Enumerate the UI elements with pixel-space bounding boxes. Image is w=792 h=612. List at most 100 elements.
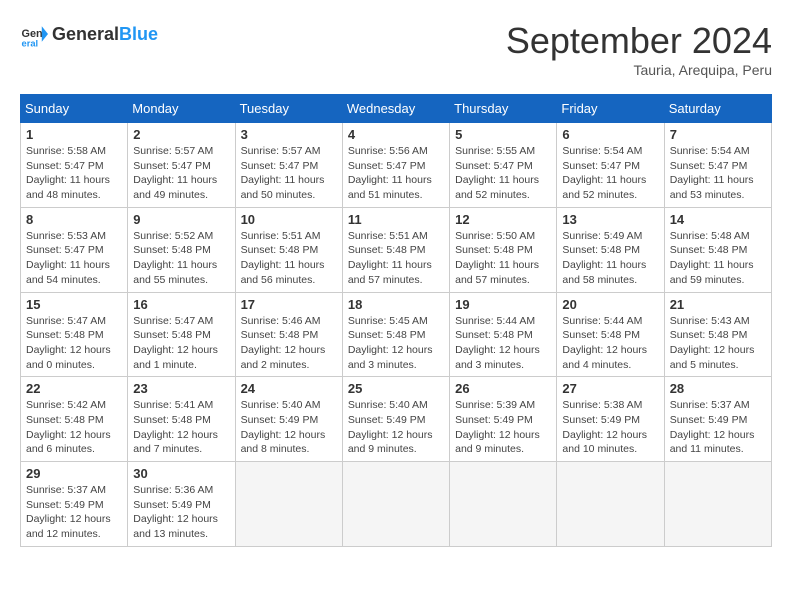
day-cell — [450, 462, 557, 547]
day-number: 3 — [241, 127, 337, 142]
svg-text:eral: eral — [22, 38, 39, 48]
day-number: 8 — [26, 212, 122, 227]
day-cell — [557, 462, 664, 547]
day-info: Sunrise: 5:52 AMSunset: 5:48 PMDaylight:… — [133, 229, 229, 288]
day-number: 13 — [562, 212, 658, 227]
day-cell: 9 Sunrise: 5:52 AMSunset: 5:48 PMDaylight… — [128, 207, 235, 292]
day-number: 17 — [241, 297, 337, 312]
week-row: 15 Sunrise: 5:47 AMSunset: 5:48 PMDayligh… — [21, 292, 772, 377]
day-number: 12 — [455, 212, 551, 227]
day-cell: 19Sunrise: 5:44 AMSunset: 5:48 PMDayligh… — [450, 292, 557, 377]
day-info: Sunrise: 5:42 AMSunset: 5:48 PMDaylight:… — [26, 398, 122, 457]
day-number: 1 — [26, 127, 122, 142]
day-info: Sunrise: 5:53 AMSunset: 5:47 PMDaylight:… — [26, 229, 122, 288]
day-info: Sunrise: 5:36 AMSunset: 5:49 PMDaylight:… — [133, 483, 229, 542]
logo: Gen eral GeneralBlue — [20, 20, 158, 48]
logo-blue: Blue — [119, 24, 158, 44]
day-cell — [342, 462, 449, 547]
day-info: Sunrise: 5:38 AMSunset: 5:49 PMDaylight:… — [562, 398, 658, 457]
header-cell-wednesday: Wednesday — [342, 95, 449, 123]
day-number: 26 — [455, 381, 551, 396]
header-cell-monday: Monday — [128, 95, 235, 123]
day-info: Sunrise: 5:40 AMSunset: 5:49 PMDaylight:… — [348, 398, 444, 457]
week-row: 1Sunrise: 5:58 AMSunset: 5:47 PMDaylight… — [21, 123, 772, 208]
day-number: 10 — [241, 212, 337, 227]
day-info: Sunrise: 5:37 AMSunset: 5:49 PMDaylight:… — [670, 398, 766, 457]
day-cell: 26 Sunrise: 5:39 AMSunset: 5:49 PMDayligh… — [450, 377, 557, 462]
day-number: 2 — [133, 127, 229, 142]
day-info: Sunrise: 5:37 AMSunset: 5:49 PMDaylight:… — [26, 483, 122, 542]
week-row: 8 Sunrise: 5:53 AMSunset: 5:47 PMDaylight… — [21, 207, 772, 292]
day-number: 18 — [348, 297, 444, 312]
logo-general: General — [52, 24, 119, 44]
day-number: 5 — [455, 127, 551, 142]
day-cell: 6 Sunrise: 5:54 AMSunset: 5:47 PMDaylight… — [557, 123, 664, 208]
week-row: 29 Sunrise: 5:37 AMSunset: 5:49 PMDayligh… — [21, 462, 772, 547]
month-title: September 2024 — [506, 20, 772, 62]
day-cell: 24Sunrise: 5:40 AMSunset: 5:49 PMDayligh… — [235, 377, 342, 462]
day-info: Sunrise: 5:51 AMSunset: 5:48 PMDaylight:… — [348, 229, 444, 288]
day-cell — [235, 462, 342, 547]
header-cell-saturday: Saturday — [664, 95, 771, 123]
day-number: 9 — [133, 212, 229, 227]
calendar-header: SundayMondayTuesdayWednesdayThursdayFrid… — [21, 95, 772, 123]
day-cell: 16 Sunrise: 5:47 AMSunset: 5:48 PMDayligh… — [128, 292, 235, 377]
day-number: 27 — [562, 381, 658, 396]
day-cell: 20 Sunrise: 5:44 AMSunset: 5:48 PMDayligh… — [557, 292, 664, 377]
day-number: 7 — [670, 127, 766, 142]
day-info: Sunrise: 5:54 AMSunset: 5:47 PMDaylight:… — [670, 144, 766, 203]
calendar-table: SundayMondayTuesdayWednesdayThursdayFrid… — [20, 94, 772, 547]
day-info: Sunrise: 5:47 AMSunset: 5:48 PMDaylight:… — [26, 314, 122, 373]
day-cell: 17 Sunrise: 5:46 AMSunset: 5:48 PMDayligh… — [235, 292, 342, 377]
day-cell — [664, 462, 771, 547]
day-cell: 28Sunrise: 5:37 AMSunset: 5:49 PMDayligh… — [664, 377, 771, 462]
day-info: Sunrise: 5:40 AMSunset: 5:49 PMDaylight:… — [241, 398, 337, 457]
title-block: September 2024 Tauria, Arequipa, Peru — [506, 20, 772, 78]
day-number: 20 — [562, 297, 658, 312]
day-number: 29 — [26, 466, 122, 481]
calendar-body: 1Sunrise: 5:58 AMSunset: 5:47 PMDaylight… — [21, 123, 772, 547]
week-row: 22Sunrise: 5:42 AMSunset: 5:48 PMDayligh… — [21, 377, 772, 462]
day-info: Sunrise: 5:48 AMSunset: 5:48 PMDaylight:… — [670, 229, 766, 288]
day-cell: 18 Sunrise: 5:45 AMSunset: 5:48 PMDayligh… — [342, 292, 449, 377]
day-number: 16 — [133, 297, 229, 312]
header-cell-friday: Friday — [557, 95, 664, 123]
day-info: Sunrise: 5:47 AMSunset: 5:48 PMDaylight:… — [133, 314, 229, 373]
day-cell: 15 Sunrise: 5:47 AMSunset: 5:48 PMDayligh… — [21, 292, 128, 377]
day-cell: 10 Sunrise: 5:51 AMSunset: 5:48 PMDayligh… — [235, 207, 342, 292]
day-info: Sunrise: 5:54 AMSunset: 5:47 PMDaylight:… — [562, 144, 658, 203]
day-cell: 22Sunrise: 5:42 AMSunset: 5:48 PMDayligh… — [21, 377, 128, 462]
logo-text-block: GeneralBlue — [52, 24, 158, 45]
day-info: Sunrise: 5:43 AMSunset: 5:48 PMDaylight:… — [670, 314, 766, 373]
day-info: Sunrise: 5:45 AMSunset: 5:48 PMDaylight:… — [348, 314, 444, 373]
day-cell: 7 Sunrise: 5:54 AMSunset: 5:47 PMDaylight… — [664, 123, 771, 208]
day-number: 11 — [348, 212, 444, 227]
day-info: Sunrise: 5:55 AMSunset: 5:47 PMDaylight:… — [455, 144, 551, 203]
location-subtitle: Tauria, Arequipa, Peru — [506, 62, 772, 78]
logo-icon: Gen eral — [20, 20, 48, 48]
header-cell-sunday: Sunday — [21, 95, 128, 123]
day-info: Sunrise: 5:51 AMSunset: 5:48 PMDaylight:… — [241, 229, 337, 288]
day-number: 6 — [562, 127, 658, 142]
day-info: Sunrise: 5:44 AMSunset: 5:48 PMDaylight:… — [562, 314, 658, 373]
day-cell: 12 Sunrise: 5:50 AMSunset: 5:48 PMDayligh… — [450, 207, 557, 292]
day-number: 30 — [133, 466, 229, 481]
day-number: 14 — [670, 212, 766, 227]
day-info: Sunrise: 5:46 AMSunset: 5:48 PMDaylight:… — [241, 314, 337, 373]
header-cell-thursday: Thursday — [450, 95, 557, 123]
header-cell-tuesday: Tuesday — [235, 95, 342, 123]
day-cell: 25Sunrise: 5:40 AMSunset: 5:49 PMDayligh… — [342, 377, 449, 462]
day-info: Sunrise: 5:39 AMSunset: 5:49 PMDaylight:… — [455, 398, 551, 457]
day-number: 4 — [348, 127, 444, 142]
day-info: Sunrise: 5:49 AMSunset: 5:48 PMDaylight:… — [562, 229, 658, 288]
day-cell: 21Sunrise: 5:43 AMSunset: 5:48 PMDayligh… — [664, 292, 771, 377]
day-cell: 1Sunrise: 5:58 AMSunset: 5:47 PMDaylight… — [21, 123, 128, 208]
day-info: Sunrise: 5:57 AMSunset: 5:47 PMDaylight:… — [241, 144, 337, 203]
day-cell: 5 Sunrise: 5:55 AMSunset: 5:47 PMDaylight… — [450, 123, 557, 208]
day-cell: 14 Sunrise: 5:48 AMSunset: 5:48 PMDayligh… — [664, 207, 771, 292]
day-cell: 30 Sunrise: 5:36 AMSunset: 5:49 PMDayligh… — [128, 462, 235, 547]
day-info: Sunrise: 5:41 AMSunset: 5:48 PMDaylight:… — [133, 398, 229, 457]
day-cell: 29 Sunrise: 5:37 AMSunset: 5:49 PMDayligh… — [21, 462, 128, 547]
day-number: 15 — [26, 297, 122, 312]
day-info: Sunrise: 5:50 AMSunset: 5:48 PMDaylight:… — [455, 229, 551, 288]
